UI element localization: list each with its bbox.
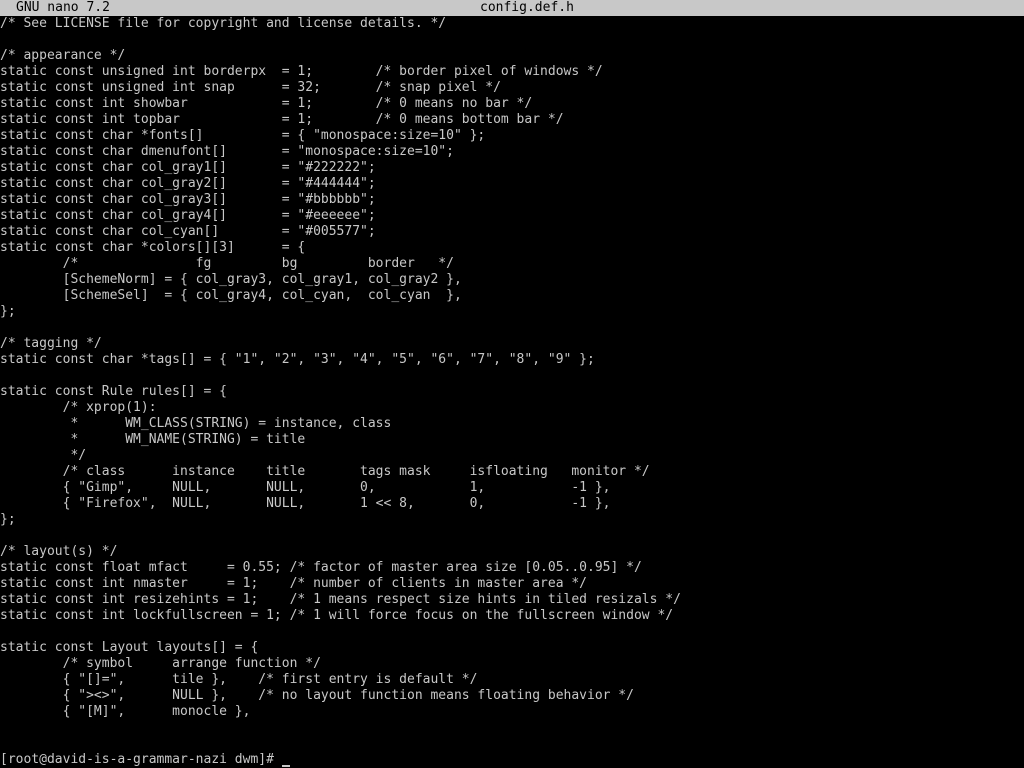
code-line: static const char col_cyan[] = "#005577"…: [0, 224, 376, 239]
text-cursor: [281, 765, 290, 767]
code-line: static const float mfact = 0.55; /* fact…: [0, 560, 642, 575]
code-line: { "Firefox", NULL, NULL, 1 << 8, 0, -1 }…: [0, 496, 611, 511]
code-line: * WM_CLASS(STRING) = instance, class: [0, 416, 392, 431]
shell-prompt-text: [root@david-is-a-grammar-nazi dwm]#: [0, 752, 282, 767]
code-line: static const int showbar = 1; /* 0 means…: [0, 96, 533, 111]
code-line: /* xprop(1):: [0, 400, 157, 415]
code-line: static const char col_gray1[] = "#222222…: [0, 160, 376, 175]
code-line: static const char *tags[] = { "1", "2", …: [0, 352, 595, 367]
code-line: { "Gimp", NULL, NULL, 0, 1, -1 },: [0, 480, 611, 495]
code-line: static const int topbar = 1; /* 0 means …: [0, 112, 564, 127]
code-line: */: [0, 448, 87, 463]
code-line: /* See LICENSE file for copyright and li…: [0, 16, 447, 31]
code-line: /* tagging */: [0, 336, 102, 351]
code-line: };: [0, 304, 16, 319]
code-line: { "[M]", monocle },: [0, 704, 251, 719]
code-line: };: [0, 512, 16, 527]
editor-buffer[interactable]: /* See LICENSE file for copyright and li…: [0, 16, 1024, 752]
code-line: /* symbol arrange function */: [0, 656, 321, 671]
code-line: static const Layout layouts[] = {: [0, 640, 259, 655]
nano-title-bar: GNU nano 7.2 config.def.h: [0, 0, 1024, 16]
code-line: { "[]=", tile }, /* first entry is defau…: [0, 672, 478, 687]
code-line: /* fg bg border */: [0, 256, 454, 271]
code-line: static const char *colors[][3] = {: [0, 240, 306, 255]
code-line: static const int lockfullscreen = 1; /* …: [0, 608, 674, 623]
code-line: static const char col_gray4[] = "#eeeeee…: [0, 208, 376, 223]
code-line: static const Rule rules[] = {: [0, 384, 227, 399]
filename-label: config.def.h: [480, 0, 574, 15]
code-line: static const char *fonts[] = { "monospac…: [0, 128, 486, 143]
code-line: static const int nmaster = 1; /* number …: [0, 576, 587, 591]
code-line: * WM_NAME(STRING) = title: [0, 432, 306, 447]
code-line: static const char col_gray2[] = "#444444…: [0, 176, 376, 191]
code-line: static const char col_gray3[] = "#bbbbbb…: [0, 192, 376, 207]
code-line: [SchemeNorm] = { col_gray3, col_gray1, c…: [0, 272, 462, 287]
code-line: { "><>", NULL }, /* no layout function m…: [0, 688, 634, 703]
shell-prompt[interactable]: [root@david-is-a-grammar-nazi dwm]#: [0, 752, 290, 768]
code-line: static const char dmenufont[] = "monospa…: [0, 144, 454, 159]
code-line: static const unsigned int borderpx = 1; …: [0, 64, 603, 79]
code-line: /* appearance */: [0, 48, 126, 63]
code-line: /* class instance title tags mask isfloa…: [0, 464, 650, 479]
code-line: /* layout(s) */: [0, 544, 118, 559]
code-line: [SchemeSel] = { col_gray4, col_cyan, col…: [0, 288, 462, 303]
app-version-label: GNU nano 7.2: [16, 0, 110, 15]
code-line: static const unsigned int snap = 32; /* …: [0, 80, 501, 95]
code-line: static const int resizehints = 1; /* 1 m…: [0, 592, 681, 607]
